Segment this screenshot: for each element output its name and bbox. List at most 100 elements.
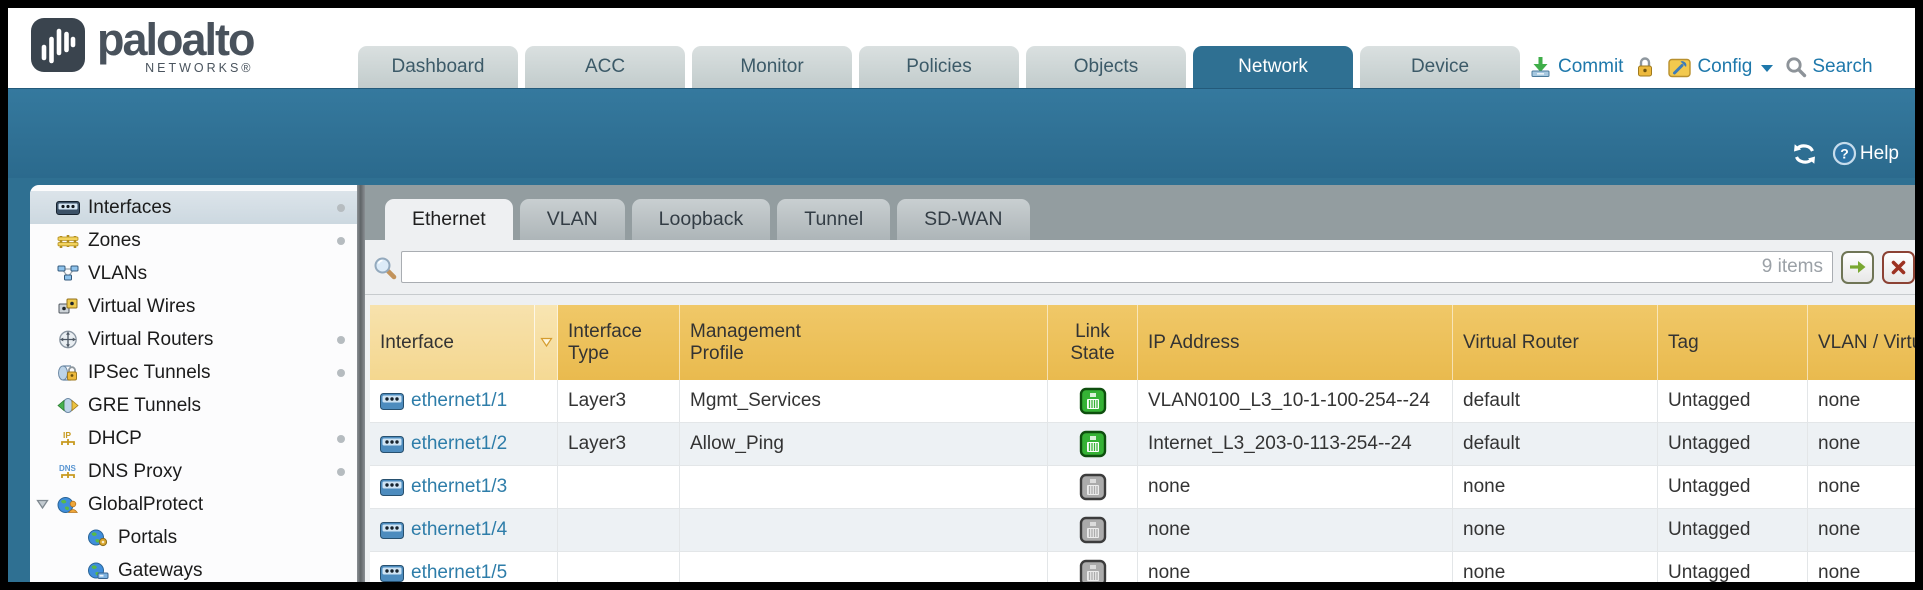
interface-link[interactable]: ethernet1/5 — [380, 562, 507, 582]
cell-management-profile: Allow_Ping — [680, 423, 1048, 465]
column-header-ip-address[interactable]: IP Address — [1138, 305, 1453, 380]
cell-ip-address: VLAN0100_L3_10-1-100-254--24 — [1138, 380, 1453, 422]
ipsec-tunnels-icon — [55, 363, 81, 383]
cell-interface: ethernet1/3 — [370, 466, 558, 508]
sidebar-item-label: Zones — [88, 230, 141, 252]
lock-icon[interactable] — [1635, 56, 1655, 78]
sidebar-item-label: VLANs — [88, 263, 147, 285]
cell-ip-address: none — [1138, 509, 1453, 551]
interface-link[interactable]: ethernet1/1 — [380, 390, 507, 412]
nav-tab[interactable]: Policies — [859, 46, 1019, 88]
sidebar-item[interactable]: VLANs — [30, 257, 357, 290]
interface-tab[interactable]: Tunnel — [777, 199, 890, 240]
sidebar-item[interactable]: Virtual Wires — [30, 290, 357, 323]
interface-tab[interactable]: Ethernet — [385, 199, 513, 240]
table-row[interactable]: ethernet1/3 none — [370, 466, 1915, 509]
interface-type-tabs: Ethernet VLAN Loopback Tunnel SD-WAN — [365, 185, 1915, 240]
brand-wordmark: paloalto — [97, 17, 254, 63]
ethernet-port-icon — [380, 565, 404, 582]
refresh-icon[interactable] — [1791, 142, 1818, 166]
main-area: Ethernet VLAN Loopback Tunnel SD-WAN — [365, 185, 1915, 582]
sidebar-item[interactable]: IP DHCP — [30, 422, 357, 455]
cell-vlan-virtual-wire: none — [1808, 380, 1915, 422]
sidebar-item[interactable]: DNS DNS Proxy — [30, 455, 357, 488]
cell-ip-address: none — [1138, 552, 1453, 582]
filter-toolbar: 9 items — [365, 240, 1915, 295]
clear-x-icon — [1890, 259, 1907, 276]
cell-link-state — [1048, 380, 1138, 422]
column-header-interface-type[interactable]: Interface Type — [558, 305, 680, 380]
paloalto-logo: paloalto NETWORKS® — [30, 17, 254, 75]
apply-filter-button[interactable] — [1841, 251, 1874, 284]
interface-tab[interactable]: Loopback — [632, 199, 771, 240]
global-actions: Commit Config Search — [1528, 55, 1873, 79]
cell-interface: ethernet1/2 — [370, 423, 558, 465]
column-header-vlan-virtual-wire[interactable]: VLAN / Virtual Wire — [1808, 305, 1915, 380]
search-button[interactable]: Search — [1785, 56, 1872, 78]
cell-vlan-virtual-wire: none — [1808, 509, 1915, 551]
column-header-management-profile[interactable]: Management Profile — [680, 305, 1048, 380]
sidebar-item[interactable]: Portals — [30, 521, 357, 554]
filter-input[interactable] — [401, 251, 1833, 283]
interface-link[interactable]: ethernet1/2 — [380, 433, 507, 455]
sidebar-item[interactable]: Gateways — [30, 554, 357, 582]
sidebar-item-label: DNS Proxy — [88, 461, 182, 483]
table-row[interactable]: ethernet1/2 Layer3 Allow_Ping I — [370, 423, 1915, 466]
interface-link[interactable]: ethernet1/3 — [380, 476, 507, 498]
column-header-interface[interactable]: Interface — [370, 305, 558, 380]
table-row[interactable]: ethernet1/1 Layer3 Mgmt_Services — [370, 380, 1915, 423]
nav-tab[interactable]: Objects — [1026, 46, 1186, 88]
cell-link-state — [1048, 552, 1138, 582]
filter-box: 9 items — [401, 251, 1833, 283]
column-header-link-state[interactable]: Link State — [1048, 305, 1138, 380]
nav-tab[interactable]: Network — [1193, 46, 1353, 88]
sidebar-splitter[interactable] — [357, 185, 365, 582]
link-up-icon — [1079, 387, 1107, 415]
sidebar-item[interactable]: GlobalProtect — [30, 488, 357, 521]
config-label: Config — [1697, 56, 1752, 78]
column-header-virtual-router[interactable]: Virtual Router — [1453, 305, 1658, 380]
link-down-icon — [1079, 473, 1107, 501]
link-down-icon — [1079, 559, 1107, 582]
interface-tab[interactable]: VLAN — [520, 199, 625, 240]
nav-tab[interactable]: Monitor — [692, 46, 852, 88]
ethernet-port-icon — [380, 436, 404, 453]
nav-tab[interactable]: Device — [1360, 46, 1520, 88]
cell-virtual-router: default — [1453, 380, 1658, 422]
nav-tab[interactable]: ACC — [525, 46, 685, 88]
sidebar-item[interactable]: Interfaces — [30, 191, 357, 224]
sidebar-item[interactable]: Zones — [30, 224, 357, 257]
clear-filter-button[interactable] — [1882, 251, 1915, 284]
column-header-tag[interactable]: Tag — [1658, 305, 1808, 380]
link-down-icon — [1079, 516, 1107, 544]
nav-tab[interactable]: Dashboard — [358, 46, 518, 88]
collapse-icon[interactable] — [36, 499, 49, 510]
sort-arrow-icon — [540, 337, 553, 348]
portals-icon — [85, 528, 111, 548]
interfaces-icon — [55, 198, 81, 218]
vlans-icon — [55, 264, 81, 284]
cell-ip-address: none — [1138, 466, 1453, 508]
sidebar-item[interactable]: Virtual Routers — [30, 323, 357, 356]
config-menu[interactable]: Config — [1667, 55, 1773, 79]
change-indicator-dot — [337, 435, 345, 443]
sidebar-item[interactable]: GRE Tunnels — [30, 389, 357, 422]
table-row[interactable]: ethernet1/4 none — [370, 509, 1915, 552]
cell-tag: Untagged — [1658, 466, 1808, 508]
dns-proxy-icon: DNS — [55, 462, 81, 482]
interface-tab[interactable]: SD-WAN — [897, 199, 1029, 240]
cell-vlan-virtual-wire: none — [1808, 552, 1915, 582]
network-sidebar: Interfaces Zones VLANs — [30, 185, 357, 582]
commit-button[interactable]: Commit — [1528, 55, 1623, 79]
interface-link[interactable]: ethernet1/4 — [380, 519, 507, 541]
commit-icon — [1528, 55, 1553, 79]
cell-management-profile — [680, 552, 1048, 582]
sidebar-item[interactable]: IPSec Tunnels — [30, 356, 357, 389]
cell-interface-type — [558, 552, 680, 582]
cell-tag: Untagged — [1658, 552, 1808, 582]
screenshot-frame: paloalto NETWORKS® Dashboard ACC Monitor… — [0, 0, 1923, 590]
table-row[interactable]: ethernet1/5 none — [370, 552, 1915, 582]
sort-dropdown[interactable] — [534, 305, 557, 380]
search-icon — [1785, 56, 1807, 78]
help-button[interactable]: ? Help — [1832, 141, 1899, 166]
